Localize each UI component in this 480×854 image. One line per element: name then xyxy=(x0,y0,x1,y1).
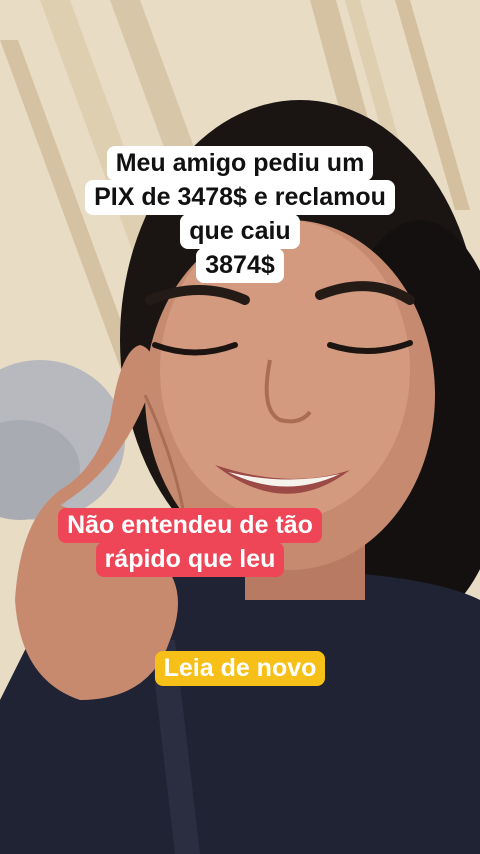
caption-middle-line-1: Não entendeu de tão xyxy=(58,508,322,543)
video-frame[interactable]: Meu amigo pediu um PIX de 3478$ e reclam… xyxy=(0,0,480,854)
caption-bottom: Leia de novo xyxy=(130,651,350,686)
video-scene xyxy=(0,0,480,854)
caption-top-line-4: 3874$ xyxy=(196,248,284,283)
caption-top-line-1: Meu amigo pediu um xyxy=(106,146,374,181)
caption-top-line-2: PIX de 3478$ e reclamou xyxy=(85,180,395,215)
caption-top: Meu amigo pediu um PIX de 3478$ e reclam… xyxy=(40,146,440,283)
caption-top-line-3: que caiu xyxy=(180,214,300,249)
caption-middle-line-2: rápido que leu xyxy=(95,542,285,577)
caption-bottom-line-1: Leia de novo xyxy=(154,651,326,686)
caption-middle: Não entendeu de tão rápido que leu xyxy=(30,508,350,577)
